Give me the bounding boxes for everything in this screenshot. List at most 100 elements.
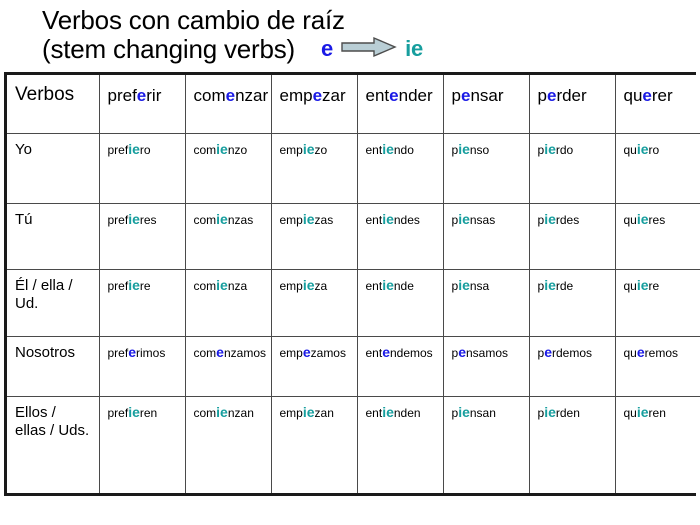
conjugated-form: pierden	[538, 404, 580, 420]
stem-suffix: ro	[139, 142, 151, 157]
stem-suffix: nzamos	[223, 345, 266, 360]
conjugated-form: queremos	[624, 344, 679, 360]
conjugation-cell-entiendo: entiendo	[356, 132, 444, 204]
stem-suffix: re	[139, 278, 151, 293]
stem-prefix: qu	[623, 86, 643, 106]
table-row: Ellos / ellas / Uds. prefieren comienzan em…	[7, 395, 700, 494]
conjugated-form: empiezan	[280, 403, 334, 420]
conjugation-cell-queremos: queremos	[614, 335, 700, 397]
stem-suffix: rir	[146, 86, 162, 106]
conjugation-cell-perdemos: perdemos	[528, 335, 616, 397]
stem-highlight: ie	[636, 210, 649, 227]
stem-highlight: e	[216, 343, 224, 360]
stem-highlight: ie	[302, 210, 315, 227]
conjugated-form: entendemos	[365, 344, 433, 360]
stem-highlight: ie	[458, 210, 470, 227]
stem-prefix: pref	[107, 212, 129, 227]
conjugation-cell-quieres: quieres	[614, 202, 700, 270]
verb-infinitive: querer	[624, 86, 673, 105]
conjugated-form: empiezas	[280, 210, 334, 227]
stem-highlight: e	[136, 86, 147, 106]
verb-infinitive: perder	[538, 86, 587, 105]
stem-suffix: nso	[469, 142, 490, 157]
slide-title: Verbos con cambio de raíz (stem changing…	[0, 0, 700, 66]
stem-prefix: qu	[623, 405, 637, 420]
conjugated-form: empiezo	[279, 141, 328, 157]
stem-highlight: ie	[216, 403, 228, 420]
stem-prefix: com	[193, 142, 217, 157]
stem-highlight: e	[302, 343, 311, 360]
stem-prefix: p	[537, 86, 547, 106]
table-header-row: Verbos preferir comenzar empezar entender pen…	[7, 75, 700, 134]
conjugation-cell-preferimos: preferimos	[98, 335, 186, 397]
stem-suffix: rdo	[555, 142, 574, 157]
conjugation-cell-empezamos: empezamos	[270, 335, 358, 397]
conjugated-form: entiendes	[366, 211, 420, 227]
stem-suffix: remos	[644, 345, 678, 360]
stem-suffix: nsamos	[465, 345, 509, 360]
conjugated-form: comienzo	[193, 140, 248, 157]
conjugated-form: quieres	[623, 210, 666, 227]
stem-suffix: zo	[314, 142, 328, 157]
conjugation-cell-pierde: pierde	[528, 268, 616, 337]
stem-highlight: ie	[636, 140, 649, 157]
pronoun-cell: Nosotros	[7, 335, 100, 397]
stem-prefix: ent	[365, 142, 383, 157]
stem-suffix: rer	[651, 86, 673, 106]
stem-change-rule-legend: e ie	[321, 35, 423, 64]
stem-highlight: ie	[382, 276, 394, 293]
stem-highlight: ie	[636, 276, 649, 293]
conjugated-form: piensas	[452, 210, 496, 227]
conjugation-cell-quiere: quiere	[614, 268, 700, 337]
conjugated-form: prefieren	[107, 404, 158, 420]
stem-prefix: emp	[279, 142, 303, 157]
stem-suffix: nsa	[469, 278, 490, 293]
table-row: Nosotros preferimos comenzamos empezamos ent…	[7, 335, 700, 397]
stem-prefix: ent	[365, 278, 383, 293]
conjugated-form: comienza	[194, 276, 248, 293]
conjugation-cell-comienzas: comienzas	[184, 202, 272, 270]
stem-suffix: rdemos	[551, 345, 592, 360]
stem-highlight: e	[458, 343, 466, 360]
conjugated-form: comienzas	[194, 211, 254, 227]
table-body: Verbos preferir comenzar empezar entender pen…	[7, 75, 700, 494]
pronoun-cell: Tú	[7, 202, 100, 270]
stem-highlight: ie	[302, 276, 315, 293]
stem-highlight: e	[642, 86, 652, 106]
conjugation-cell-comienzo: comienzo	[184, 132, 272, 204]
stem-prefix: pref	[107, 405, 129, 420]
conjugated-form: prefiero	[108, 141, 151, 157]
stem-suffix: nsas	[469, 212, 496, 227]
stem-prefix: qu	[623, 278, 637, 293]
stem-prefix: com	[193, 345, 217, 360]
stem-highlight: ie	[128, 276, 140, 293]
stem-suffix: nza	[227, 278, 248, 293]
stem-suffix: res	[139, 212, 157, 227]
conjugated-form: piensa	[452, 277, 490, 293]
stem-prefix: com	[193, 405, 217, 420]
stem-highlight: ie	[382, 140, 394, 157]
pronoun-cell: Yo	[7, 132, 100, 204]
stem-suffix: nder	[398, 86, 433, 106]
verb-infinitive: empezar	[280, 86, 346, 105]
conjugated-form: pienso	[452, 140, 490, 157]
conjugated-form: entiende	[365, 276, 414, 293]
stem-suffix: nsan	[469, 405, 496, 420]
stem-prefix: ent	[365, 345, 383, 360]
conjugation-cell-pensamos: pensamos	[442, 335, 530, 397]
conjugated-form: piensan	[452, 404, 496, 420]
conjugation-cell-comienza: comienza	[184, 268, 272, 337]
conjugation-cell-entiende: entiende	[356, 268, 444, 337]
stem-highlight: ie	[302, 403, 315, 420]
stem-suffix: nden	[393, 405, 421, 420]
stem-prefix: pref	[107, 345, 129, 360]
conjugated-form: pensamos	[452, 343, 509, 360]
verb-infinitive: pensar	[452, 86, 504, 105]
stem-highlight: ie	[458, 140, 470, 157]
stem-suffix: rdes	[555, 212, 580, 227]
stem-highlight: ie	[216, 140, 228, 157]
stem-highlight: ie	[216, 276, 228, 293]
stem-prefix: qu	[623, 212, 637, 227]
conjugated-form: comenzamos	[193, 343, 267, 360]
header-cell-verb-preferir: preferir	[98, 75, 186, 134]
